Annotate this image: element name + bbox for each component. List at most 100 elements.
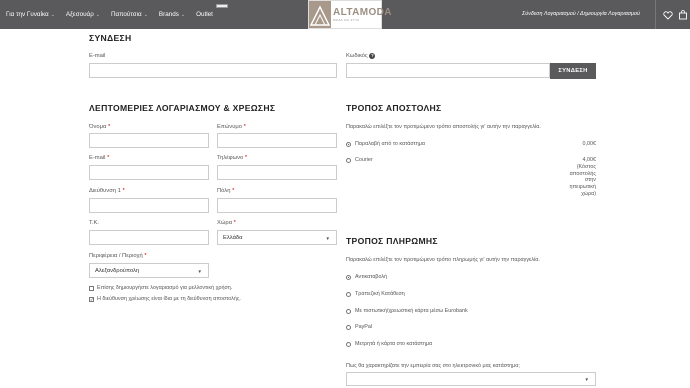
region-value: Αλεξανδρούπολη [95, 267, 140, 274]
login-email-input[interactable] [89, 63, 337, 78]
required-mark: * [122, 188, 125, 194]
label-text: Τηλέφωνο [217, 155, 244, 161]
heart-icon[interactable] [661, 8, 675, 22]
label-text: Επώνυμο [217, 124, 242, 130]
caret-down-icon: ▼ [584, 377, 589, 382]
login-password-input[interactable] [346, 63, 550, 78]
required-mark: * [232, 188, 235, 194]
same-address-label: Η διεύθυνση χρέωσης είναι ίδια με τη διε… [97, 296, 241, 302]
first-name-input[interactable] [89, 133, 209, 148]
price-note-line: αποστολής [569, 170, 596, 177]
nav-item-brands[interactable]: Brands ⌄ [159, 11, 185, 18]
shipping-option-label: Παραλαβή από το κατάστημα [355, 141, 425, 147]
label-text: Πόλη [217, 188, 231, 194]
payment-title: ΤΡΟΠΟΣ ΠΛΗΡΩΜΗΣ [346, 236, 438, 246]
phone-label: Τηλέφωνο * [217, 155, 247, 161]
create-account-checkbox[interactable] [89, 286, 94, 291]
nav-item-shoes[interactable]: Παπούτσια ⌄ [111, 11, 148, 18]
nav-item-outlet[interactable]: Outlet [196, 11, 213, 18]
payment-intro: Παρακαλώ επιλέξτε τον προτιμώμενο τρόπο … [346, 257, 540, 263]
shipping-intro: Παρακαλώ επιλέξτε τον προτιμώμενο τρόπο … [346, 124, 541, 130]
nav-label: Outlet [196, 11, 213, 18]
country-select[interactable]: Ελλάδα ▼ [217, 230, 337, 245]
nav-label: Αξεσουάρ [65, 11, 94, 18]
price-note-line: ηπειρωτική [569, 184, 596, 191]
caret-down-icon: ▼ [325, 236, 330, 241]
chevron-down-icon: ⌄ [143, 11, 148, 18]
postcode-label: Τ.Κ. [89, 220, 99, 226]
last-name-input[interactable] [217, 133, 337, 148]
nav-label: Παπούτσια [110, 11, 142, 18]
city-input[interactable] [217, 198, 337, 213]
country-label: Χώρα * [217, 220, 236, 226]
login-email-label: E-mail [89, 53, 106, 59]
chevron-down-icon: ⌄ [50, 11, 55, 18]
divider [655, 0, 656, 29]
shipping-option-price-block: 4,00€ (Κόστος αποστολής στην ηπειρωτική … [560, 157, 596, 198]
payment-option-label: PayPal [355, 324, 373, 330]
caret-down-icon: ▼ [197, 269, 202, 274]
chevron-down-icon: ⌄ [180, 11, 186, 18]
tooltip-box [216, 4, 228, 8]
phone-input[interactable] [217, 165, 337, 180]
label-text: Διεύθυνση 1 [89, 188, 121, 194]
required-mark: * [244, 155, 248, 161]
same-address-checkbox[interactable]: ✓ [89, 297, 94, 302]
payment-radio-bank[interactable] [346, 292, 351, 297]
password-label-text: Κωδικός [346, 53, 368, 59]
payment-radio-cod[interactable] [346, 275, 351, 280]
address-input[interactable] [89, 198, 209, 213]
main-nav: Για την Γυναίκα ⌄ Αξεσουάρ ⌄ Παπούτσια ⌄ Br… [6, 0, 224, 29]
price-note-line: (Κόστος [576, 163, 596, 170]
shipping-title: ΤΡΟΠΟΣ ΑΠΟΣΤΟΛΗΣ [346, 103, 442, 113]
last-name-label: Επώνυμο * [217, 124, 246, 130]
payment-option-label: Μετρητά ή κάρτα στο κατάστημα [355, 341, 433, 347]
logo-subtext: ΜΟΔΑ ΚΑΙ ΣΤΥΛ [333, 17, 360, 22]
required-mark: * [243, 124, 246, 130]
payment-option-label: Τραπεζική Κατάθεση [355, 291, 405, 297]
price-value: 4,00€ [582, 157, 597, 163]
price-note-line: χώρα) [581, 190, 596, 197]
label-text: Χώρα [217, 220, 233, 226]
payment-radio-paypal[interactable] [346, 325, 351, 330]
label-text: Περιφέρεια / Περιοχή [89, 253, 143, 259]
account-link[interactable]: Σύνδεση Λογαριασμού / Δημιουργία Λογαρια… [522, 11, 640, 17]
shipping-option-label: Courier [355, 157, 373, 163]
rating-select[interactable]: ▼ [346, 372, 596, 386]
nav-item-accessories[interactable]: Αξεσουάρ ⌄ [66, 11, 100, 18]
site-logo[interactable]: ALTAMODA ΜΟΔΑ ΚΑΙ ΣΤΥΛ [308, 0, 392, 29]
chevron-down-icon: ⌄ [95, 11, 100, 18]
login-title: ΣΥΝΔΕΣΗ [89, 33, 132, 43]
city-label: Πόλη * [217, 188, 234, 194]
login-password-label: Κωδικός ? [346, 53, 376, 59]
logo-mountain-icon [309, 1, 331, 28]
top-navbar: Για την Γυναίκα ⌄ Αξεσουάρ ⌄ Παπούτσια ⌄ Br… [0, 0, 690, 29]
payment-option-label: Αντικαταβολή [355, 274, 388, 280]
region-select[interactable]: Αλεξανδρούπολη ▼ [89, 263, 209, 278]
required-mark: * [144, 253, 147, 259]
bag-icon[interactable] [676, 8, 690, 22]
shipping-option-price: 0,00€ [582, 141, 597, 147]
login-button[interactable]: ΣΥΝΔΕΣΗ [550, 63, 596, 79]
country-value: Ελλάδα [223, 234, 243, 241]
help-icon[interactable]: ? [369, 53, 376, 59]
billing-email-input[interactable] [89, 165, 209, 180]
nav-label: Για την Γυναίκα [6, 11, 49, 18]
billing-email-label: E-mail * [89, 155, 109, 161]
nav-item-women[interactable]: Για την Γυναίκα ⌄ [6, 11, 55, 18]
payment-radio-store[interactable] [346, 342, 351, 347]
first-name-label: Όνομα * [89, 124, 110, 130]
nav-label: Brands [158, 11, 179, 18]
billing-title: ΛΕΠΤΟΜΕΡΙΕΣ ΛΟΓΑΡΙΑΣΜΟΥ & ΧΡΕΩΣΗΣ [89, 103, 276, 113]
required-mark: * [233, 220, 236, 226]
required-mark: * [107, 124, 111, 130]
shipping-radio-courier[interactable] [346, 158, 351, 163]
rating-question: Πως θα χαρακτηρίζατε την εμπειρία σας στ… [346, 363, 520, 369]
label-text: Όνομα [89, 124, 107, 130]
logo-text: ALTAMODA [333, 6, 392, 18]
postcode-input[interactable] [89, 230, 209, 245]
region-label: Περιφέρεια / Περιοχή * [89, 253, 147, 259]
shipping-radio-pickup[interactable] [346, 142, 351, 147]
address-label: Διεύθυνση 1 * [89, 188, 125, 194]
payment-radio-card[interactable] [346, 309, 351, 314]
